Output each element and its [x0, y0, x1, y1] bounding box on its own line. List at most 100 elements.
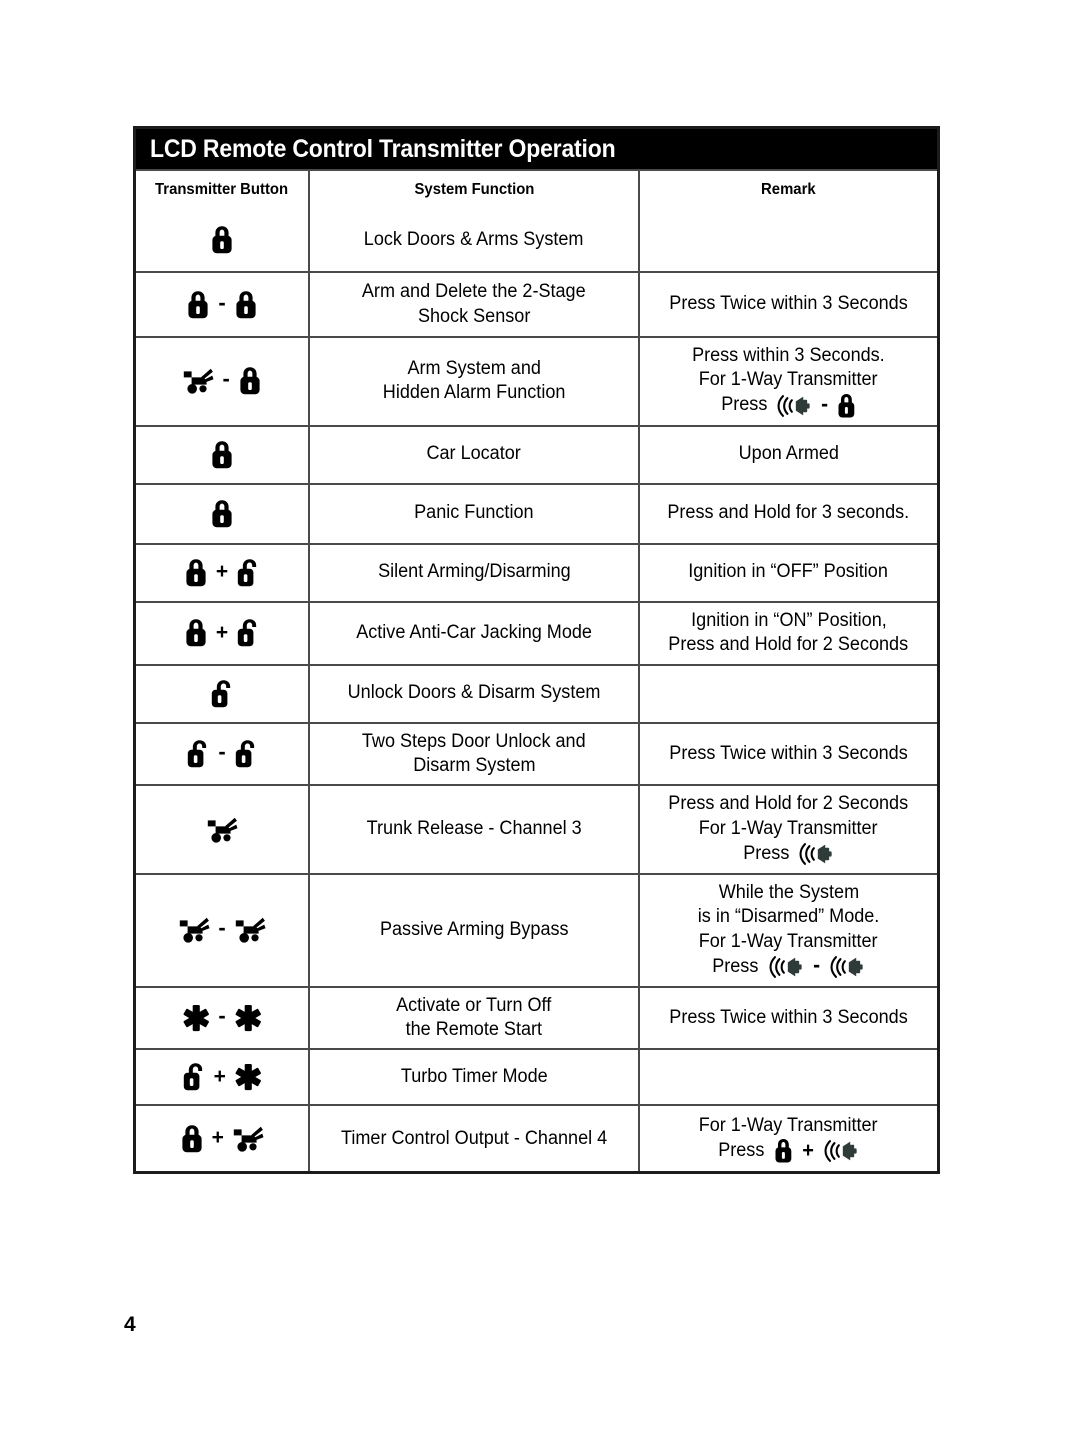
table-row: Unlock Doors & Disarm System	[136, 663, 937, 722]
cell-system-function-arm-delete-2stage-shock-sensor: Arm and Delete the 2-Stage Shock Sensor	[310, 273, 640, 336]
cell-remark-timer-control-output-channel-4: For 1-Way Transmitter Press +	[640, 1106, 937, 1171]
lock-closed-icon	[210, 440, 234, 470]
system-function-text: Silent Arming/Disarming	[373, 560, 576, 584]
table-row: Lock Doors & Arms System	[136, 209, 937, 271]
remark-line: Ignition in “OFF” Position	[688, 561, 889, 583]
horn-icon	[829, 954, 865, 980]
dash-operator: -	[821, 390, 829, 416]
system-function-text: Trunk Release - Channel 3	[361, 817, 587, 841]
function-line: Shock Sensor	[417, 305, 531, 327]
system-function-text: Activate or Turn Off the Remote Start	[392, 994, 555, 1043]
function-line: Trunk Release - Channel 3	[366, 818, 582, 840]
cell-remark-activate-turn-off-remote-start: Press Twice within 3 Seconds	[640, 988, 937, 1049]
cell-transmitter-button-car-locator	[136, 426, 310, 483]
function-line: Timer Control Output - Channel 4	[340, 1127, 608, 1149]
function-line: Arm and Delete the 2-Stage	[362, 281, 586, 303]
remark-line: For 1-Way Transmitter	[699, 930, 878, 952]
lock-closed-icon	[184, 558, 208, 588]
remark-press-label: Press	[712, 955, 759, 977]
lock-open-icon	[186, 739, 210, 769]
cell-system-function-car-locator: Car Locator	[310, 426, 640, 483]
cell-system-function-two-steps-door-unlock-disarm: Two Steps Door Unlock and Disarm System	[310, 723, 640, 785]
lock-closed-icon	[837, 393, 857, 419]
table-row: - Arm System and Hidden Alarm Function Pres…	[136, 336, 937, 425]
function-line: Car Locator	[426, 443, 522, 465]
button-combo-timer-control-output-channel-4: +	[180, 1124, 265, 1154]
function-line: Hidden Alarm Function	[382, 382, 566, 404]
cell-transmitter-button-turbo-timer-mode: +	[136, 1050, 310, 1105]
button-combo-lock-doors-arms-system	[210, 225, 234, 255]
remark-text: Press Twice within 3 Seconds	[663, 292, 914, 316]
function-line: Silent Arming/Disarming	[377, 561, 571, 583]
remark-icon-combo-timer-control-output-channel-4: +	[773, 1138, 860, 1164]
cell-remark-passive-arming-bypass: While the System is in “Disarmed” Mode. Fo…	[640, 875, 937, 986]
trunk-icon	[178, 915, 210, 945]
cell-transmitter-button-timer-control-output-channel-4: +	[136, 1106, 310, 1172]
horn-icon	[798, 841, 834, 867]
button-combo-activate-turn-off-remote-start: -	[182, 1003, 262, 1033]
cell-remark-arm-delete-2stage-shock-sensor: Press Twice within 3 Seconds	[640, 273, 937, 336]
table-row: + Silent Arming/Disarming Ignition in “OFF…	[136, 542, 937, 601]
button-combo-silent-arming-disarming: +	[184, 558, 260, 588]
dash-operator: -	[218, 1003, 226, 1029]
remark-icon-combo-arm-system-hidden-alarm-function: -	[775, 390, 857, 419]
table-row: Trunk Release - Channel 3 Press and Hold …	[136, 784, 937, 873]
lock-closed-icon	[773, 1138, 793, 1164]
cell-remark-car-locator: Upon Armed	[640, 427, 937, 483]
system-function-text: Timer Control Output - Channel 4	[334, 1127, 614, 1151]
table-row: + Turbo Timer Mode	[136, 1048, 937, 1105]
remark-icon-line: Press +	[694, 1138, 882, 1164]
table-row: Panic Function Press and Hold for 3 secon…	[136, 482, 937, 543]
lock-closed-icon	[238, 366, 262, 396]
button-combo-turbo-timer-mode: +	[182, 1062, 263, 1092]
cell-remark-active-anti-car-jacking-mode: Ignition in “ON” Position, Press and Hold…	[640, 603, 937, 664]
cell-remark-two-steps-door-unlock-disarm: Press Twice within 3 Seconds	[640, 724, 937, 785]
transmitter-operation-table: LCD Remote Control Transmitter Operation…	[133, 126, 940, 1175]
lock-closed-icon	[210, 225, 234, 255]
star-icon	[182, 1003, 211, 1033]
table-row: - Passive Arming Bypass While the System is…	[136, 872, 937, 986]
cell-system-function-timer-control-output-channel-4: Timer Control Output - Channel 4	[310, 1106, 640, 1172]
cell-system-function-arm-system-hidden-alarm-function: Arm System and Hidden Alarm Function	[310, 338, 640, 425]
button-combo-arm-system-hidden-alarm-function: -	[182, 366, 262, 396]
cell-system-function-passive-arming-bypass: Passive Arming Bypass	[310, 874, 640, 986]
lock-closed-icon	[234, 290, 258, 320]
button-combo-active-anti-car-jacking-mode: +	[184, 618, 260, 648]
remark-icon-line: Press -	[693, 953, 884, 980]
page-title: LCD Remote Control Transmitter Operation	[150, 135, 616, 163]
remark-line: Press Twice within 3 Seconds	[669, 742, 908, 764]
column-header-remark: Remark	[761, 181, 816, 198]
cell-transmitter-button-unlock-doors-disarm-system	[136, 665, 310, 722]
remark-text: Ignition in “ON” Position, Press and Hold…	[662, 609, 914, 658]
table-row: - Two Steps Door Unlock and Disarm System P…	[136, 721, 937, 785]
remark-line: Press and Hold for 2 Seconds	[668, 634, 909, 656]
table-row: + Active Anti-Car Jacking Mode Ignition in…	[136, 600, 937, 664]
function-line: Panic Function	[414, 502, 534, 524]
plus-operator: +	[215, 560, 229, 584]
remark-text: Press within 3 Seconds. For 1-Way Transmi…	[687, 344, 890, 419]
cell-system-function-trunk-release-channel-3: Trunk Release - Channel 3	[310, 786, 640, 873]
system-function-text: Active Anti-Car Jacking Mode	[350, 621, 598, 645]
remark-line: Ignition in “ON” Position,	[690, 609, 887, 631]
cell-remark-unlock-doors-disarm-system	[640, 666, 937, 722]
cell-remark-silent-arming-disarming: Ignition in “OFF” Position	[640, 545, 937, 601]
cell-remark-arm-system-hidden-alarm-function: Press within 3 Seconds. For 1-Way Transmi…	[640, 338, 937, 425]
cell-transmitter-button-two-steps-door-unlock-disarm: -	[136, 723, 310, 785]
cell-system-function-activate-turn-off-remote-start: Activate or Turn Off the Remote Start	[310, 987, 640, 1049]
remark-line: Press and Hold for 3 seconds.	[667, 502, 910, 524]
column-header-transmitter-button: Transmitter Button	[136, 171, 310, 209]
plus-operator: +	[213, 1064, 226, 1088]
remark-text: Ignition in “OFF” Position	[683, 560, 893, 584]
dash-operator: -	[218, 915, 226, 941]
system-function-text: Turbo Timer Mode	[397, 1065, 552, 1089]
lock-open-icon	[210, 679, 234, 709]
plus-operator: +	[215, 620, 229, 644]
remark-text: Upon Armed	[736, 442, 842, 466]
system-function-text: Arm System and Hidden Alarm Function	[378, 357, 570, 406]
cell-remark-lock-doors-arms-system	[640, 209, 937, 271]
table-title-bar: LCD Remote Control Transmitter Operation	[136, 129, 937, 169]
star-icon	[234, 1062, 263, 1092]
lock-open-icon	[234, 739, 258, 769]
cell-transmitter-button-passive-arming-bypass: -	[136, 874, 310, 986]
function-line: the Remote Start	[405, 1019, 543, 1041]
